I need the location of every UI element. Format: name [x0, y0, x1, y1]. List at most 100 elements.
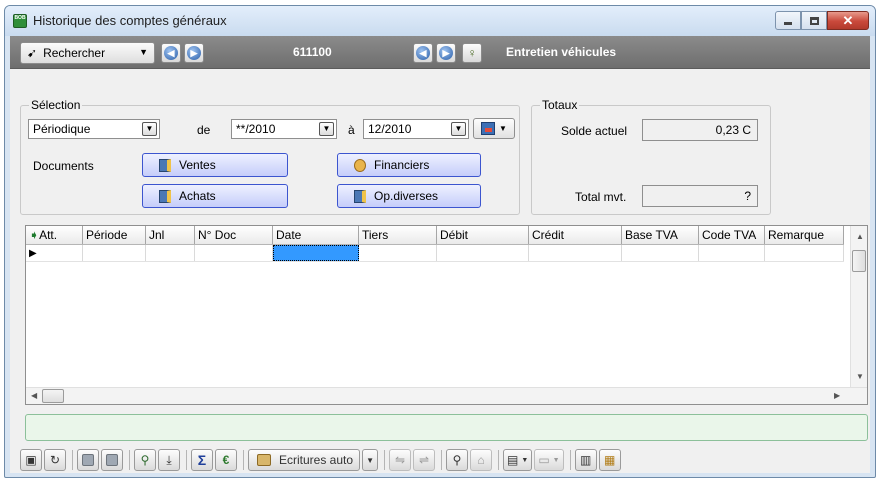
- clear-filter-button[interactable]: ⌂: [470, 449, 493, 471]
- app-icon: BOB: [13, 14, 27, 28]
- save-button[interactable]: ▣: [20, 449, 42, 471]
- archive-button[interactable]: ▥: [574, 449, 597, 471]
- search-button[interactable]: ➹ Rechercher ▼: [20, 42, 155, 64]
- filter-button[interactable]: ⚲: [446, 449, 469, 471]
- key-icon: ♀: [467, 46, 477, 60]
- toolbar-separator: [129, 450, 130, 470]
- refresh-button[interactable]: ↻: [44, 449, 66, 471]
- print-button[interactable]: ▤ ▼: [503, 449, 533, 471]
- currency-button[interactable]: €: [215, 449, 237, 471]
- cell-jnl[interactable]: [146, 245, 195, 261]
- list-view-button[interactable]: [77, 449, 99, 471]
- print-icon: ▤: [507, 453, 519, 467]
- minimize-button[interactable]: [775, 11, 801, 30]
- cell-debit[interactable]: [437, 245, 529, 261]
- period-type-select[interactable]: Périodique ▼: [28, 119, 160, 139]
- from-period-select[interactable]: **/2010 ▼: [231, 119, 337, 139]
- cell-credit[interactable]: [529, 245, 622, 261]
- solde-label: Solde actuel: [561, 124, 628, 138]
- chevron-down-icon: ▼: [319, 122, 334, 136]
- sum-button[interactable]: Σ: [191, 449, 213, 471]
- previous-search-button[interactable]: ◀: [161, 43, 181, 63]
- main-window: BOB Historique des comptes généraux ✕ ➹ …: [4, 5, 876, 478]
- col-header-periode[interactable]: Période: [83, 226, 146, 244]
- total-mvt-value: ?: [642, 185, 758, 207]
- notes-button[interactable]: ▦: [598, 449, 621, 471]
- col-header-credit[interactable]: Crédit: [529, 226, 622, 244]
- row-indicator-cell: ▶: [26, 245, 83, 261]
- table-row[interactable]: ▶: [26, 245, 844, 262]
- prev-arrow-icon: ◀: [164, 46, 178, 60]
- bottom-toolbar: ▣ ↻ ⚲ ⤓ Σ € Ecritures auto ▼ ⇋ ⇌ ⚲ ⌂ ▤▼: [20, 448, 623, 472]
- scroll-left-icon[interactable]: ◀: [31, 391, 37, 400]
- search-icon: ➹: [27, 46, 38, 60]
- scroll-up-icon[interactable]: ▲: [856, 232, 864, 241]
- total-mvt-label: Total mvt.: [575, 190, 627, 204]
- toolbar-separator: [498, 450, 500, 470]
- col-header-ndoc[interactable]: N° Doc: [195, 226, 273, 244]
- chevron-down-icon: ▼: [451, 122, 466, 136]
- merge-button[interactable]: ⇌: [413, 449, 436, 471]
- op-diverses-label: Op.diverses: [374, 189, 439, 203]
- account-lookup-button[interactable]: ♀: [462, 43, 482, 63]
- cell-ndoc[interactable]: [195, 245, 273, 261]
- form-view-button[interactable]: [101, 449, 123, 471]
- scroll-down-icon[interactable]: ▼: [856, 372, 864, 381]
- maximize-button[interactable]: [801, 11, 827, 30]
- calendar-icon: [481, 122, 496, 135]
- horizontal-scrollbar[interactable]: ◀ ▶: [26, 387, 867, 404]
- cell-tiers[interactable]: [359, 245, 437, 261]
- achats-button[interactable]: Achats: [142, 184, 288, 208]
- form-icon: [106, 454, 118, 466]
- next-search-button[interactable]: ▶: [184, 43, 204, 63]
- entries-grid[interactable]: ➧Att. Période Jnl N° Doc Date Tiers Débi…: [25, 225, 868, 405]
- col-header-tiers[interactable]: Tiers: [359, 226, 437, 244]
- scroll-right-icon[interactable]: ▶: [834, 391, 840, 400]
- book-icon: [159, 158, 171, 172]
- toolbar-separator: [72, 450, 73, 470]
- to-period-select[interactable]: 12/2010 ▼: [363, 119, 469, 139]
- next-account-button[interactable]: ▶: [436, 43, 456, 63]
- book-icon: [159, 189, 171, 203]
- vertical-scroll-thumb[interactable]: [852, 250, 866, 272]
- split-icon: ⇋: [395, 453, 406, 467]
- col-header-remarque[interactable]: Remarque: [765, 226, 844, 244]
- ventes-label: Ventes: [179, 158, 216, 172]
- col-header-code-tva[interactable]: Code TVA: [699, 226, 765, 244]
- archive-icon: ▥: [579, 453, 592, 467]
- cell-periode[interactable]: [83, 245, 146, 261]
- book-icon: [354, 189, 366, 203]
- horizontal-scroll-thumb[interactable]: [42, 389, 64, 403]
- close-button[interactable]: ✕: [827, 11, 869, 30]
- export-button[interactable]: ▭ ▼: [534, 449, 564, 471]
- chevron-down-icon: ▼: [499, 124, 507, 133]
- ventes-button[interactable]: Ventes: [142, 153, 288, 177]
- col-header-att[interactable]: ➧Att.: [26, 226, 83, 244]
- solde-value: 0,23 C: [642, 119, 758, 141]
- financiers-button[interactable]: Financiers: [337, 153, 481, 177]
- merge-icon: ⇌: [419, 453, 430, 467]
- col-header-base-tva[interactable]: Base TVA: [622, 226, 699, 244]
- previous-account-button[interactable]: ◀: [413, 43, 433, 63]
- search-label: Rechercher: [43, 46, 106, 60]
- col-header-jnl[interactable]: Jnl: [146, 226, 195, 244]
- op-diverses-button[interactable]: Op.diverses: [337, 184, 481, 208]
- split-button[interactable]: ⇋: [389, 449, 412, 471]
- calendar-button[interactable]: ▼: [473, 118, 515, 139]
- vertical-scrollbar[interactable]: ▲ ▼: [850, 226, 867, 388]
- cell-date[interactable]: [273, 245, 359, 261]
- notes-icon: ▦: [603, 453, 616, 467]
- toolbar-separator: [441, 450, 443, 470]
- cell-remarque[interactable]: [765, 245, 844, 261]
- ecritures-auto-dropdown[interactable]: ▼: [362, 449, 379, 471]
- col-header-debit[interactable]: Débit: [437, 226, 529, 244]
- col-header-date[interactable]: Date: [273, 226, 359, 244]
- cell-base-tva[interactable]: [622, 245, 699, 261]
- chevron-down-icon: ▼: [552, 456, 560, 464]
- lookup-button[interactable]: ⚲: [134, 449, 156, 471]
- minimize-icon: [784, 22, 792, 25]
- ecritures-auto-button[interactable]: Ecritures auto: [248, 449, 361, 471]
- pin-button[interactable]: ⤓: [158, 449, 180, 471]
- cell-code-tva[interactable]: [699, 245, 765, 261]
- window-title: Historique des comptes généraux: [33, 13, 227, 28]
